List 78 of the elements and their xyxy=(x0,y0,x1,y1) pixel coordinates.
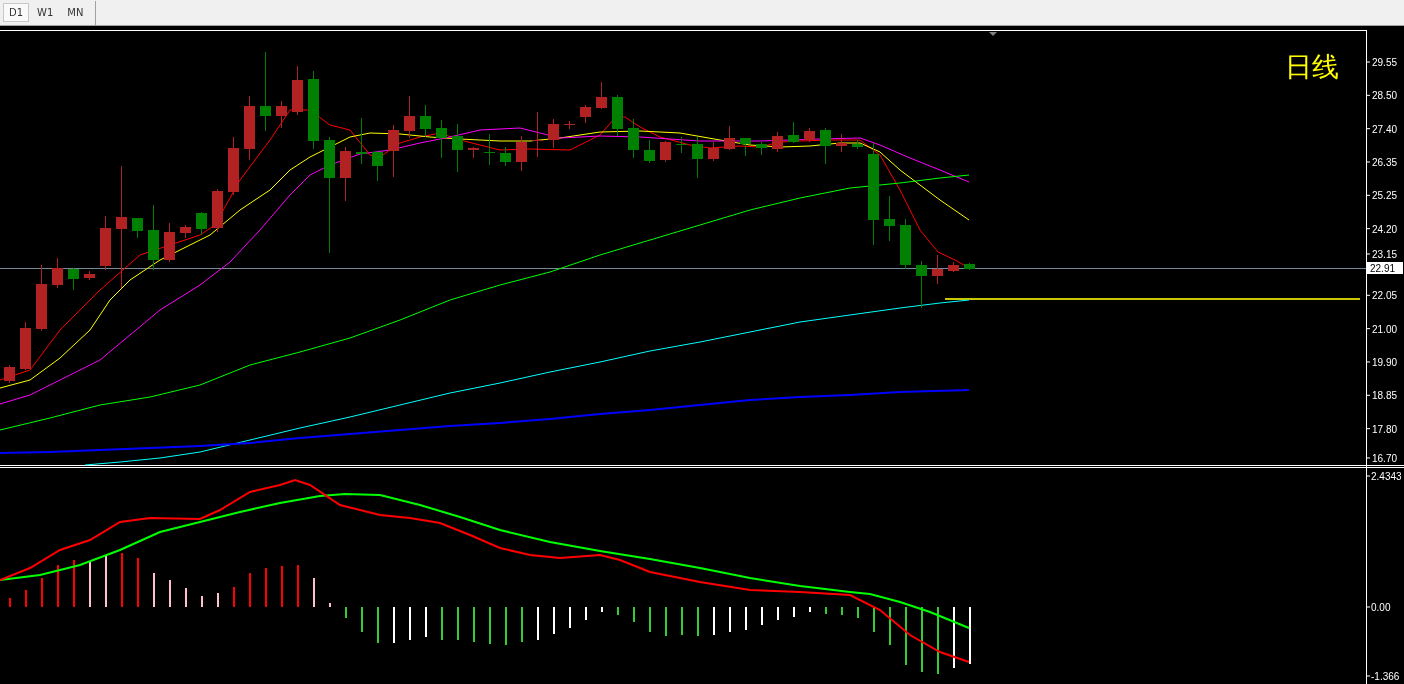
candlestick xyxy=(644,139,655,164)
candlestick xyxy=(372,150,383,182)
timeframe-tab[interactable]: W1 xyxy=(31,3,60,22)
candlestick xyxy=(548,118,559,149)
price-tick-label: 18.85 xyxy=(1372,390,1398,402)
candlestick xyxy=(452,123,463,173)
candlestick xyxy=(884,195,895,242)
candlestick xyxy=(180,224,191,239)
candlestick xyxy=(84,270,95,281)
indicator-tick-label: 0.00 xyxy=(1371,602,1391,613)
price-tick-label: 16.70 xyxy=(1372,452,1398,464)
candlestick xyxy=(836,133,847,153)
candlestick xyxy=(916,260,927,309)
candlestick xyxy=(100,215,111,271)
candlestick xyxy=(724,125,735,151)
candlestick xyxy=(772,131,783,153)
candlestick xyxy=(196,211,207,236)
candlestick xyxy=(708,141,719,162)
candlestick xyxy=(612,94,623,137)
price-tick-label: 24.20 xyxy=(1372,223,1398,235)
price-tick-label: 26.35 xyxy=(1372,157,1398,168)
candlestick xyxy=(292,65,303,116)
candlestick xyxy=(468,146,479,159)
price-tick-label: 28.50 xyxy=(1372,90,1398,102)
candlestick xyxy=(628,118,639,159)
candlestick xyxy=(36,264,47,332)
candlestick xyxy=(388,124,399,178)
price-tick-label: 17.80 xyxy=(1372,423,1398,435)
timeframe-tab[interactable]: D1 xyxy=(3,3,30,22)
candlestick xyxy=(484,133,495,166)
candlestick xyxy=(532,111,543,158)
candlestick xyxy=(660,140,671,163)
shift-marker-icon[interactable] xyxy=(989,32,997,36)
candlestick xyxy=(244,95,255,161)
candlestick xyxy=(852,139,863,150)
candlestick xyxy=(404,95,415,139)
candlestick xyxy=(948,261,959,273)
candlestick xyxy=(804,127,815,143)
candlestick xyxy=(676,136,687,154)
candlestick xyxy=(68,267,79,291)
candlestick xyxy=(212,188,223,233)
price-tick-label: 25.25 xyxy=(1372,190,1398,202)
price-tick-label: 21.00 xyxy=(1372,323,1398,335)
candlestick xyxy=(692,136,703,179)
candlestick xyxy=(564,120,575,130)
candlestick xyxy=(900,218,911,270)
candlestick xyxy=(740,137,751,157)
candlestick xyxy=(516,135,527,172)
candlestick xyxy=(148,204,159,271)
candlestick xyxy=(820,127,831,165)
candlestick xyxy=(164,222,175,263)
price-tick-label: 27.40 xyxy=(1372,123,1398,135)
price-tick-label: 29.55 xyxy=(1372,57,1398,68)
candlestick xyxy=(276,100,287,129)
candlestick xyxy=(132,217,143,239)
candlestick xyxy=(788,121,799,144)
indicator-tick-label: -1.366 xyxy=(1371,671,1400,682)
candlestick xyxy=(356,117,367,165)
indicator-tick-label: 2.4343 xyxy=(1371,471,1402,482)
candlestick xyxy=(596,81,607,110)
price-tick-label: 23.15 xyxy=(1372,249,1398,260)
candlestick xyxy=(964,262,975,271)
candlestick xyxy=(340,146,351,202)
candlestick xyxy=(436,119,447,159)
chart-title: 日线 xyxy=(1285,51,1339,82)
current-price-tag: 22.91 xyxy=(1367,262,1403,274)
candlestick xyxy=(756,141,767,156)
price-tick-label: 19.90 xyxy=(1372,356,1398,368)
candlestick xyxy=(420,104,431,138)
candlestick xyxy=(20,321,31,371)
candlestick xyxy=(228,136,239,196)
candlestick xyxy=(580,104,591,124)
timeframe-tab[interactable]: MN xyxy=(61,3,90,22)
price-tick-label: 22.05 xyxy=(1372,290,1398,302)
candlestick xyxy=(500,146,511,167)
candlestick xyxy=(52,257,63,289)
candlestick xyxy=(4,364,15,384)
candlestick xyxy=(932,254,943,285)
